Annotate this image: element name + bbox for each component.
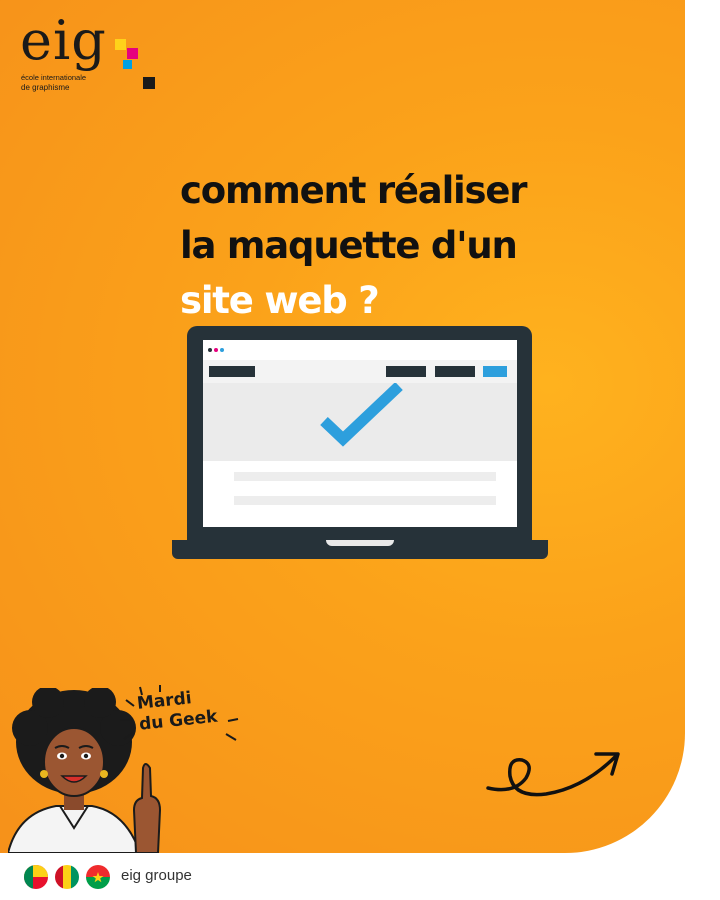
logo-wordmark: eig [20, 9, 107, 72]
logo-square-black [143, 77, 155, 89]
logo-tagline: école internationale de graphisme [21, 73, 87, 92]
mock-hero [203, 383, 517, 461]
mock-nav-item-1 [386, 366, 426, 377]
mock-content-bar-1 [234, 472, 496, 481]
guinea-flag-icon [55, 865, 79, 889]
logo-square-cyan [123, 60, 132, 69]
eig-logo: eig école internationale de graphisme [20, 14, 170, 97]
benin-flag-icon [24, 865, 48, 889]
headline: comment réaliser la maquette d'un site w… [180, 163, 528, 328]
laptop-illustration [172, 326, 548, 562]
mardi-du-geek-badge: Mardi du Geek [114, 684, 244, 754]
logo-square-magenta [127, 48, 138, 59]
headline-line-1: comment réaliser [180, 169, 528, 212]
badge-text: Mardi du Geek [136, 686, 218, 736]
footer: eig groupe [0, 853, 720, 900]
window-dot-magenta [214, 348, 218, 352]
checkmark-icon [320, 383, 403, 447]
logo-tagline-line-2: de graphisme [21, 82, 70, 92]
mock-logo-block [209, 366, 255, 377]
burkina-faso-flag-icon [86, 865, 110, 889]
logo-tagline-line-1: école internationale [21, 73, 87, 82]
loop-arrow-icon [486, 752, 620, 797]
window-dot-blue [220, 348, 224, 352]
mock-navbar [203, 360, 517, 383]
mock-nav-button [483, 366, 507, 377]
logo-square-yellow [115, 39, 126, 50]
footer-label[interactable]: eig groupe [121, 867, 192, 884]
mock-content-bar-2 [234, 496, 496, 505]
headline-line-2: la maquette d'un [180, 224, 518, 267]
headline-line-3: site web ? [180, 279, 380, 322]
mock-nav-item-2 [435, 366, 475, 377]
window-dot-dark [208, 348, 212, 352]
poster: eig école internationale de graphisme co… [0, 0, 685, 853]
laptop-notch [326, 540, 394, 546]
laptop-screen [203, 340, 517, 527]
laptop-lid [187, 326, 532, 541]
